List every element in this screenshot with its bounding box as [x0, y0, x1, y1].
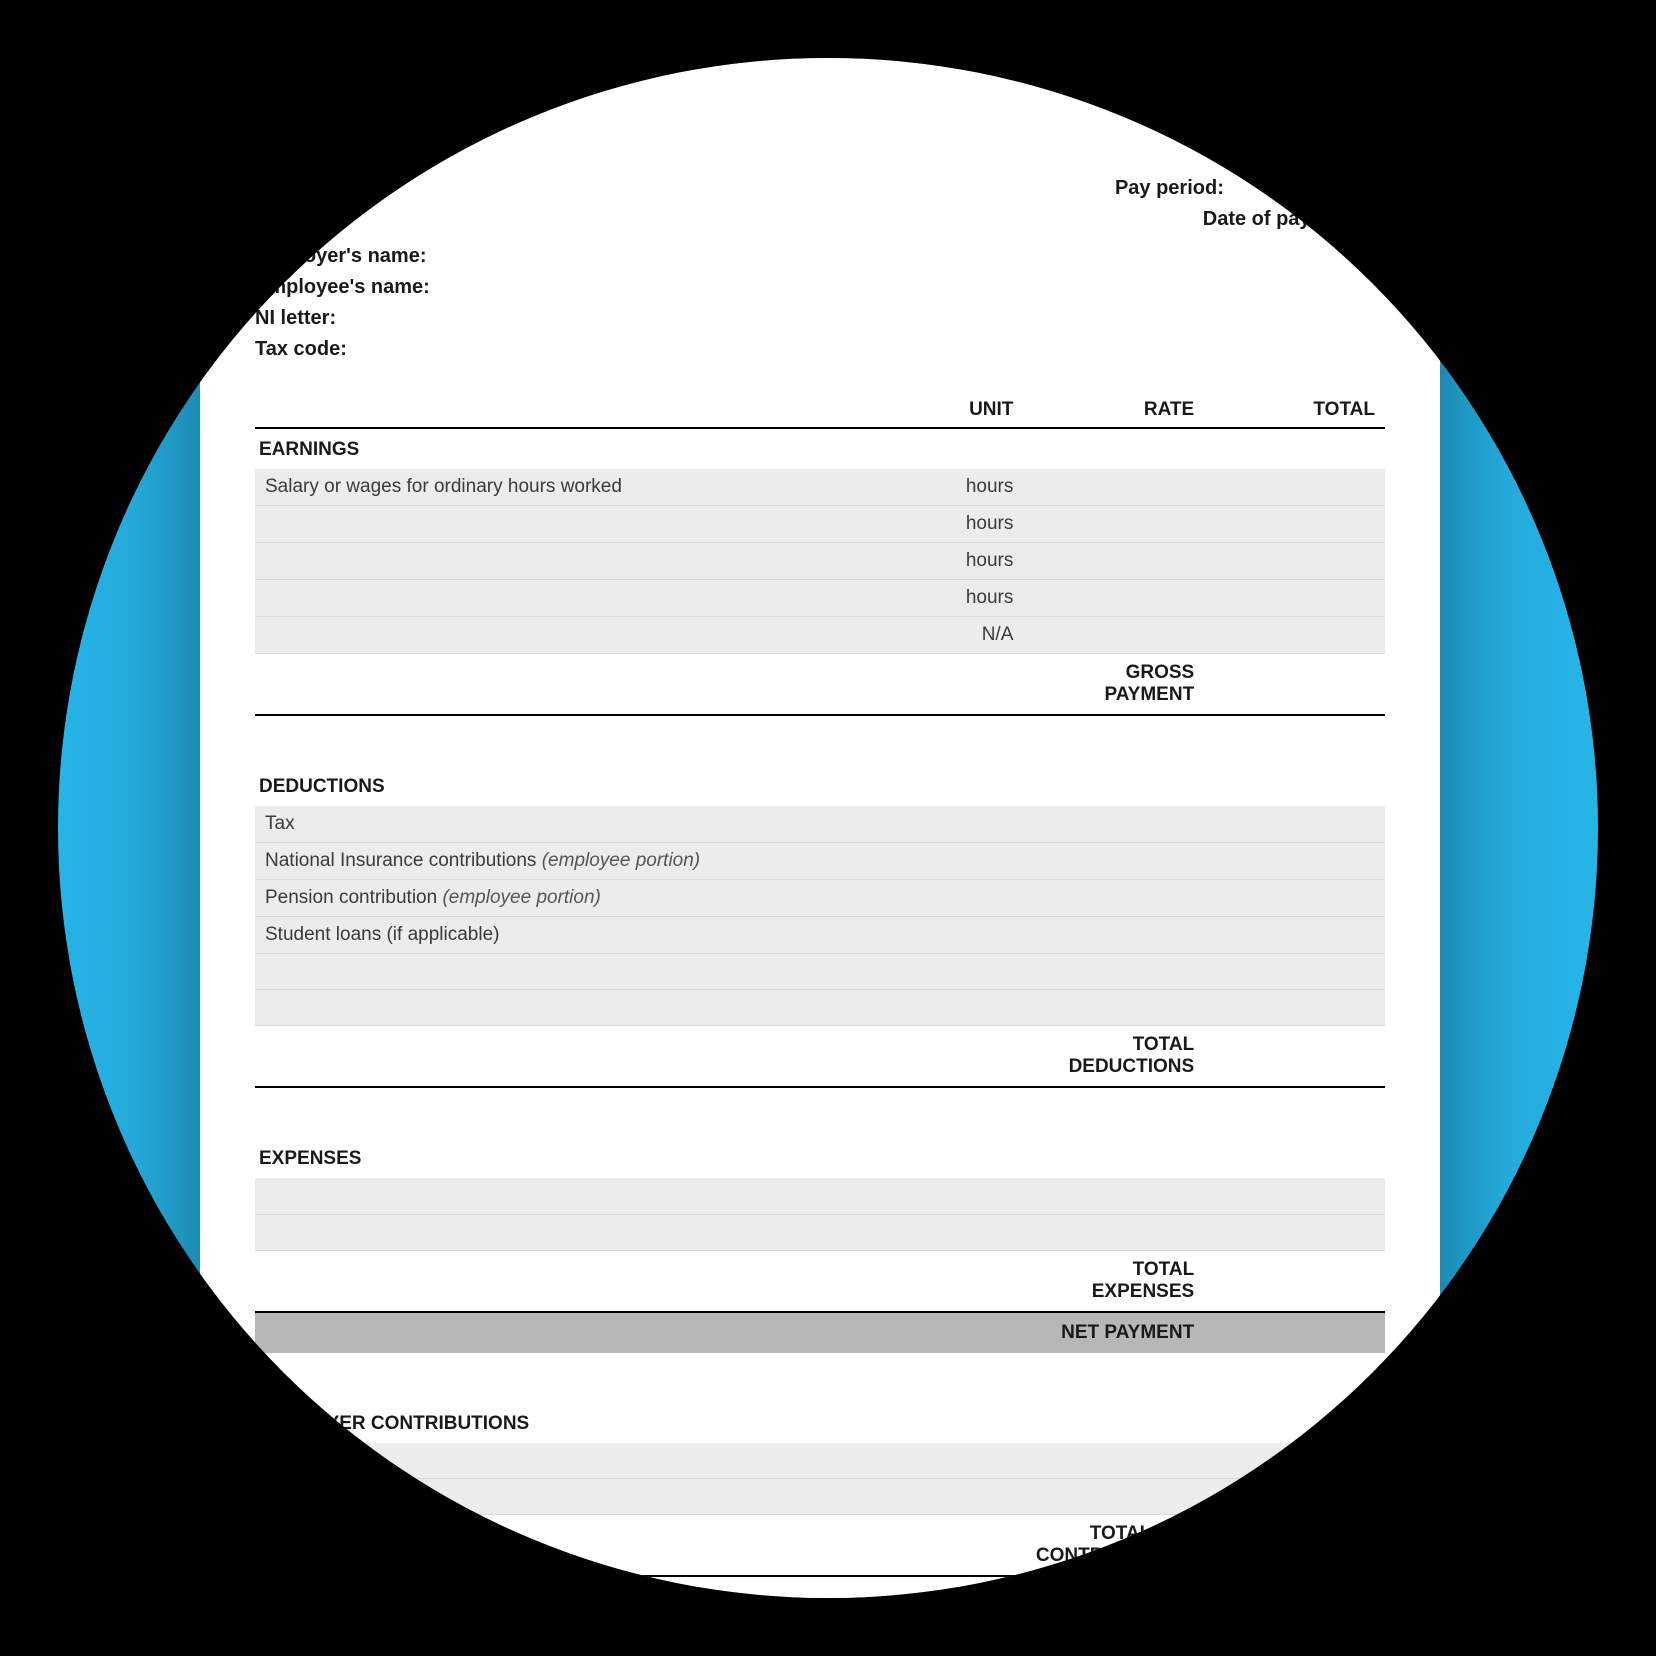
expenses-table: EXPENSES TOTAL EXPENSES: [255, 1138, 1385, 1353]
table-row: Pension contribution (employee portion): [255, 880, 1385, 917]
ni-letter-label: NI letter:: [255, 303, 1385, 334]
table-row: [255, 1214, 1385, 1250]
col-total: TOTAL: [1204, 393, 1385, 428]
table-row: [255, 1443, 1385, 1479]
total-expenses-label: TOTAL EXPENSES: [1023, 1250, 1204, 1312]
net-payment-label: NET PAYMENT: [1023, 1312, 1204, 1353]
table-row: [255, 954, 1385, 990]
total-deductions-value: [1204, 1026, 1385, 1088]
earnings-unit: hours: [843, 506, 1024, 543]
table-row: Tax: [255, 806, 1385, 843]
expenses-heading: EXPENSES: [255, 1138, 1385, 1178]
table-row: National Insurance contributions (employ…: [255, 843, 1385, 880]
total-deductions-label: TOTAL DEDUCTIONS: [1023, 1026, 1204, 1088]
contribution-desc: [255, 1443, 1204, 1479]
total-expenses-value: [1204, 1250, 1385, 1312]
deductions-heading: DEDUCTIONS: [255, 766, 1385, 806]
earnings-table: UNIT RATE TOTAL EARNINGS Salary or wages…: [255, 393, 1385, 716]
table-row: [255, 1479, 1385, 1515]
earnings-unit: hours: [843, 580, 1024, 617]
earnings-heading: EARNINGS: [255, 428, 1385, 469]
document-title: PAYSLIP: [255, 95, 1385, 155]
earnings-desc: [255, 506, 843, 543]
gross-payment-value: [1204, 654, 1385, 716]
table-row: [255, 990, 1385, 1026]
pay-period-to: to: [1346, 177, 1365, 199]
employee-name-label: Employee's name:: [255, 272, 1385, 303]
date-of-payment-label: Date of payment:: [1203, 208, 1365, 230]
earnings-unit: hours: [843, 469, 1024, 506]
net-payment-value: [1204, 1312, 1385, 1353]
earnings-desc: Salary or wages for ordinary hours worke…: [255, 469, 843, 506]
col-rate: RATE: [1023, 393, 1204, 428]
col-unit: UNIT: [843, 393, 1024, 428]
earnings-desc: [255, 617, 843, 654]
earnings-desc: [255, 580, 843, 617]
total-net-contributions-label: TOTAL NET CONTRIBUTIONS: [1023, 1515, 1204, 1577]
employer-name-label: Employer's name:: [255, 241, 1385, 272]
table-row: hours: [255, 580, 1385, 617]
table-row: N/A: [255, 617, 1385, 654]
table-row: Salary or wages for ordinary hours worke…: [255, 469, 1385, 506]
table-row: [255, 1178, 1385, 1214]
earnings-desc: [255, 543, 843, 580]
expense-desc: [255, 1214, 1204, 1250]
deductions-table: DEDUCTIONS Tax National Insurance contri…: [255, 766, 1385, 1088]
employer-contributions-table: EMPLOYER CONTRIBUTIONS TOTAL NET CONTRIB…: [255, 1403, 1385, 1578]
earnings-total: [1204, 469, 1385, 506]
deduction-em: (employee portion): [542, 850, 700, 871]
earnings-unit: hours: [843, 543, 1024, 580]
deduction-desc: Tax: [265, 813, 295, 834]
background-circle: PAYSLIP Pay period: to Date of payment: …: [58, 58, 1598, 1598]
deduction-desc: Student loans (if applicable): [265, 924, 499, 945]
gross-payment-label: GROSS PAYMENT: [1023, 654, 1204, 716]
deduction-desc: Pension contribution: [265, 887, 442, 908]
pay-period-label: Pay period:: [1115, 177, 1224, 199]
table-row: hours: [255, 506, 1385, 543]
tax-code-label: Tax code:: [255, 334, 1385, 365]
col-desc: [255, 393, 843, 428]
table-row: Student loans (if applicable): [255, 917, 1385, 954]
expense-desc: [255, 1178, 1204, 1214]
employer-contributions-heading: EMPLOYER CONTRIBUTIONS: [255, 1403, 1385, 1443]
table-row: hours: [255, 543, 1385, 580]
earnings-rate: [1023, 469, 1204, 506]
deduction-em: (employee portion): [442, 887, 600, 908]
payslip-document: PAYSLIP Pay period: to Date of payment: …: [200, 58, 1440, 1598]
total-net-contributions-value: [1204, 1515, 1385, 1577]
contribution-desc: [255, 1479, 1204, 1515]
deduction-desc: National Insurance contributions: [265, 850, 542, 871]
earnings-unit: N/A: [843, 617, 1024, 654]
